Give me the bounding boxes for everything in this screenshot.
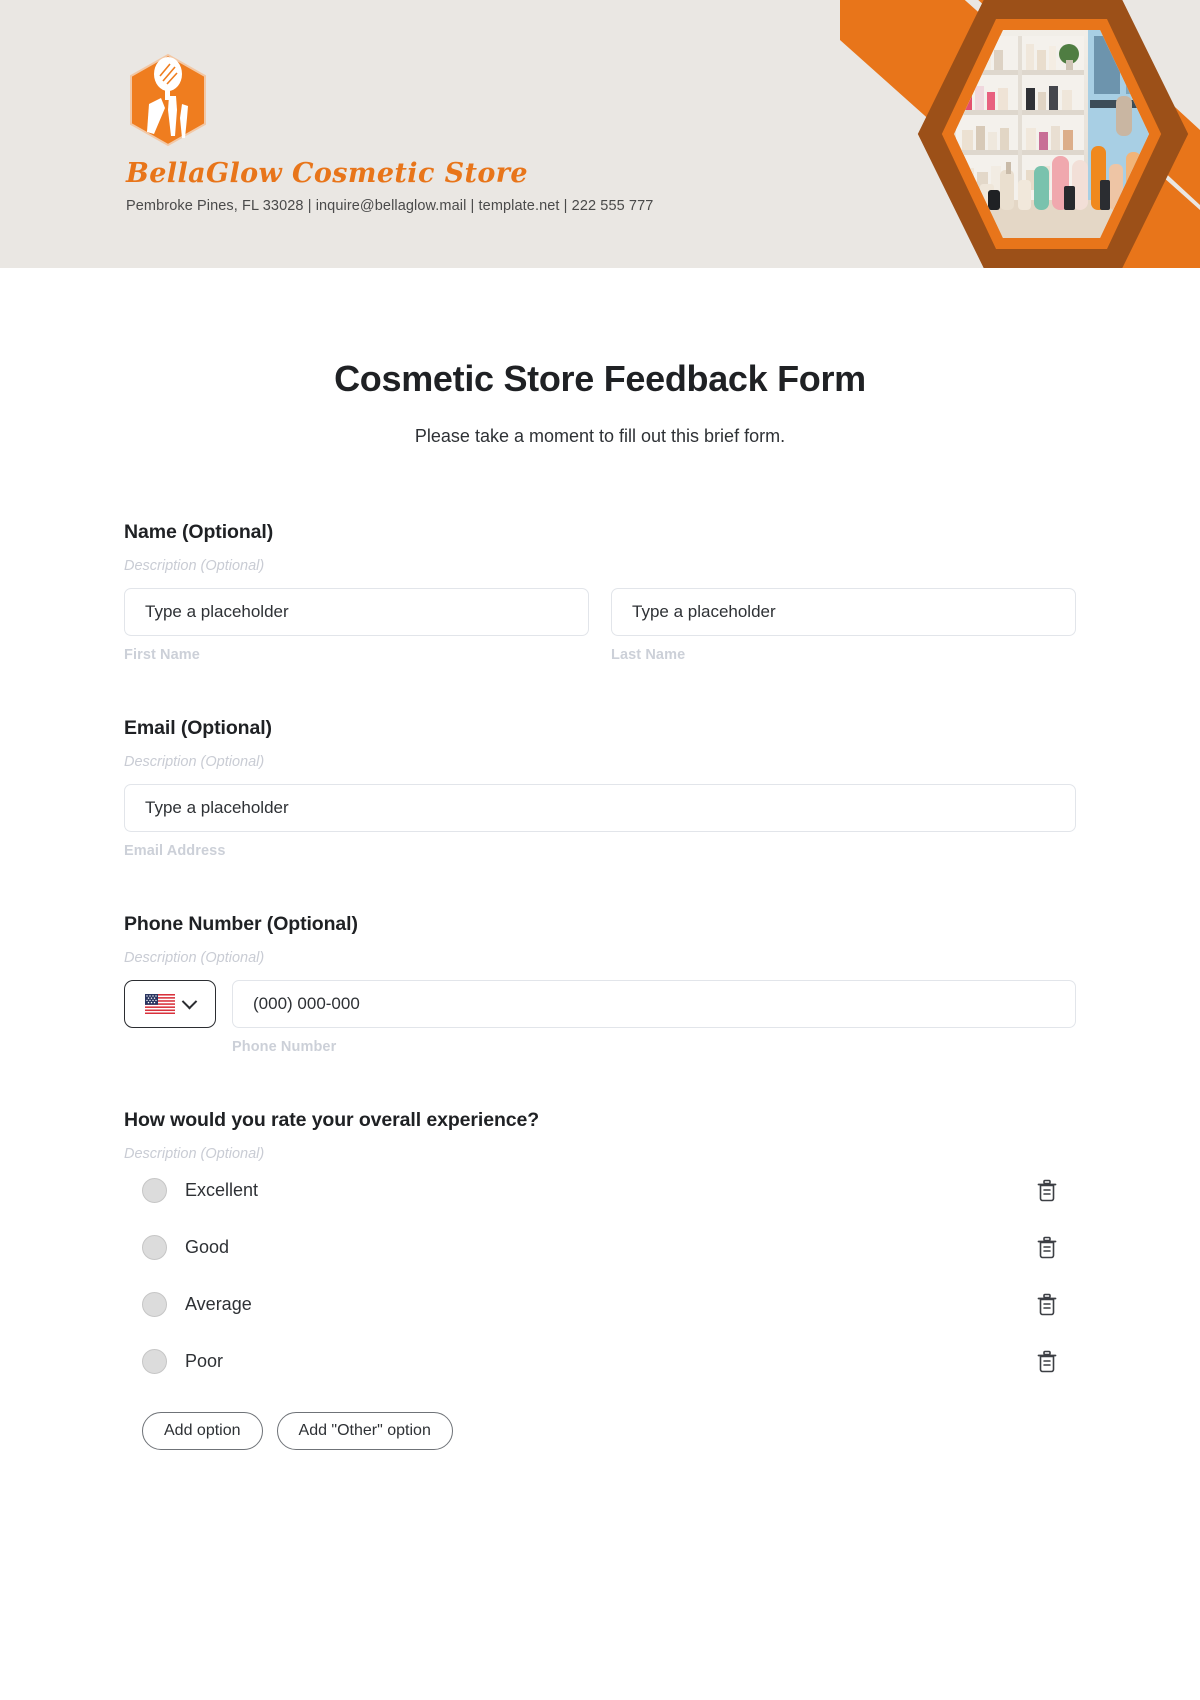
option-row[interactable]: Poor — [124, 1333, 1076, 1390]
field-email: Email (Optional) Description (Optional) … — [124, 717, 1076, 859]
field-label-email: Email (Optional) — [124, 717, 272, 739]
header-decoration — [760, 0, 1200, 268]
phone-sublabel: Phone Number — [232, 1039, 337, 1055]
radio-button-good[interactable] — [142, 1235, 167, 1260]
us-flag-icon — [145, 994, 175, 1014]
email-group: Type a placeholder Email Address — [124, 784, 1076, 859]
email-input[interactable]: Type a placeholder — [124, 784, 1076, 832]
option-label: Poor — [185, 1351, 224, 1371]
chevron-down-icon — [181, 993, 198, 1009]
phone-number-input[interactable]: (000) 000-000 — [232, 980, 1076, 1028]
field-description-email: Description (Optional) — [124, 754, 265, 770]
field-label-rating: How would you rate your overall experien… — [124, 1109, 540, 1131]
radio-button-average[interactable] — [142, 1292, 167, 1317]
last-name-sublabel: Last Name — [611, 647, 686, 663]
option-label: Excellent — [185, 1180, 259, 1200]
field-label-name: Name (Optional) — [124, 521, 274, 543]
logo-icon — [126, 52, 210, 148]
add-option-button[interactable]: Add option — [142, 1412, 263, 1450]
option-actions: Add option Add "Other" option — [124, 1412, 1076, 1450]
brand-block: BellaGlow Cosmetic Store Pembroke Pines,… — [126, 52, 653, 214]
page-header: BellaGlow Cosmetic Store Pembroke Pines,… — [0, 0, 1200, 268]
option-row[interactable]: Excellent — [124, 1162, 1076, 1219]
option-label: Good — [185, 1237, 230, 1257]
field-name: Name (Optional) Description (Optional) T… — [124, 521, 1076, 663]
option-row[interactable]: Average — [124, 1276, 1076, 1333]
radio-button-poor[interactable] — [142, 1349, 167, 1374]
first-name-group: Type a placeholder First Name — [124, 588, 589, 663]
add-other-option-button[interactable]: Add "Other" option — [276, 1412, 453, 1450]
field-description-rating: Description (Optional) — [124, 1146, 265, 1162]
trash-icon[interactable] — [1036, 1236, 1058, 1260]
trash-icon[interactable] — [1036, 1350, 1058, 1374]
page-title: Cosmetic Store Feedback Form — [334, 358, 866, 399]
brand-contact-line: Pembroke Pines, FL 33028 | inquire@bella… — [126, 198, 654, 214]
brand-name: BellaGlow Cosmetic Store — [126, 158, 528, 189]
last-name-input[interactable]: Type a placeholder — [611, 588, 1076, 636]
field-rating-question: How would you rate your overall experien… — [124, 1109, 1076, 1450]
last-name-group: Type a placeholder Last Name — [611, 588, 1076, 663]
option-row[interactable]: Good — [124, 1219, 1076, 1276]
phone-input-group: (000) 000-000 — [232, 980, 1076, 1028]
form-container: Cosmetic Store Feedback Form Please take… — [0, 358, 1200, 1450]
radio-button-excellent[interactable] — [142, 1178, 167, 1203]
trash-icon[interactable] — [1036, 1293, 1058, 1317]
field-description-name: Description (Optional) — [124, 558, 265, 574]
first-name-sublabel: First Name — [124, 647, 200, 663]
field-description-phone: Description (Optional) — [124, 950, 265, 966]
trash-icon[interactable] — [1036, 1179, 1058, 1203]
first-name-input[interactable]: Type a placeholder — [124, 588, 589, 636]
email-sublabel: Email Address — [124, 843, 226, 859]
option-label: Average — [185, 1294, 252, 1314]
field-phone: Phone Number (Optional) Description (Opt… — [124, 913, 1076, 1055]
page-subtitle: Please take a moment to fill out this br… — [414, 426, 786, 446]
field-label-phone: Phone Number (Optional) — [124, 913, 358, 935]
country-code-select[interactable] — [124, 980, 216, 1028]
